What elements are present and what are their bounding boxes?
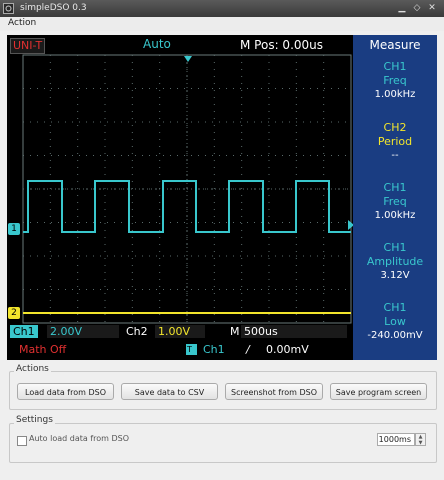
- close-icon[interactable]: ✕: [426, 2, 438, 14]
- trigger-level: 0.00mV: [266, 343, 309, 356]
- measure-header: Measure: [369, 38, 421, 52]
- window-titlebar[interactable]: simpleDSO 0.3 ▁ ◇ ✕: [0, 0, 444, 17]
- trigger-edge-icon: /: [246, 343, 250, 356]
- measurement-2: CH2 Period --: [353, 121, 437, 163]
- waveform-display: [22, 54, 353, 324]
- measurement-name: Amplitude: [366, 255, 424, 268]
- auto-load-label[interactable]: Auto load data from DSO: [29, 434, 129, 443]
- settings-group: [9, 423, 437, 463]
- measurement-name: Freq: [383, 74, 407, 87]
- measurement-name: Low: [384, 315, 406, 328]
- measurement-channel: CH1: [383, 60, 407, 73]
- ch1-marker: 1: [8, 223, 20, 235]
- settings-group-title: Settings: [14, 415, 55, 425]
- menubar: Action: [0, 17, 444, 31]
- grid: [23, 55, 351, 323]
- measurement-1: CH1 Freq 1.00kHz: [353, 60, 437, 102]
- maximize-icon[interactable]: ◇: [411, 2, 423, 14]
- actions-group-title: Actions: [14, 364, 51, 374]
- math-status: Math Off: [19, 343, 67, 356]
- ch2-marker: 2: [8, 307, 20, 319]
- interval-spinbox[interactable]: 1000ms: [377, 433, 415, 446]
- measurement-value: 3.12V: [380, 270, 410, 281]
- measurement-channel: CH1: [383, 301, 407, 314]
- measurement-channel: CH2: [383, 121, 407, 134]
- save-csv-button[interactable]: Save data to CSV: [121, 383, 218, 400]
- measurement-5: CH1 Low -240.00mV: [353, 301, 437, 343]
- screenshot-button[interactable]: Screenshot from DSO: [225, 383, 323, 400]
- minimize-icon[interactable]: ▁: [396, 2, 408, 14]
- app-icon[interactable]: [3, 3, 14, 14]
- ch2-label: Ch2: [126, 325, 148, 338]
- timebase-scale: 500us: [241, 325, 347, 338]
- trigger-source: Ch1: [203, 343, 225, 356]
- measurement-channel: CH1: [383, 241, 407, 254]
- chevron-down-icon[interactable]: ▼: [416, 440, 425, 446]
- ch1-scale: 2.00V: [47, 325, 119, 338]
- trigger-marker: T: [186, 344, 197, 355]
- trigger-position-marker: [184, 56, 192, 62]
- measurement-value: --: [391, 150, 399, 161]
- ch2-scale: 1.00V: [155, 325, 205, 338]
- window-title: simpleDSO 0.3: [20, 3, 87, 13]
- measurement-3: CH1 Freq 1.00kHz: [353, 181, 437, 223]
- measurement-channel: CH1: [383, 181, 407, 194]
- ch1-label: Ch1: [10, 325, 38, 338]
- load-data-button[interactable]: Load data from DSO: [17, 383, 114, 400]
- interval-stepper[interactable]: ▲ ▼: [415, 433, 426, 446]
- measurement-value: 1.00kHz: [374, 89, 416, 100]
- measurement-value: -240.00mV: [367, 330, 423, 341]
- save-screen-button[interactable]: Save program screen: [330, 383, 427, 400]
- measurement-name: Period: [377, 135, 413, 148]
- measure-panel: Measure CH1 Freq 1.00kHz CH2 Period -- C…: [353, 35, 437, 360]
- measurement-value: 1.00kHz: [374, 210, 416, 221]
- measurement-name: Freq: [383, 195, 407, 208]
- measurement-4: CH1 Amplitude 3.12V: [353, 241, 437, 283]
- auto-load-checkbox[interactable]: [17, 436, 27, 446]
- menu-action[interactable]: Action: [8, 18, 36, 28]
- interval-value: 1000ms: [378, 435, 411, 444]
- oscilloscope-screen: UNI-T Auto M Pos: 0.00us 1 2 Ch1 2.00V C…: [7, 35, 437, 360]
